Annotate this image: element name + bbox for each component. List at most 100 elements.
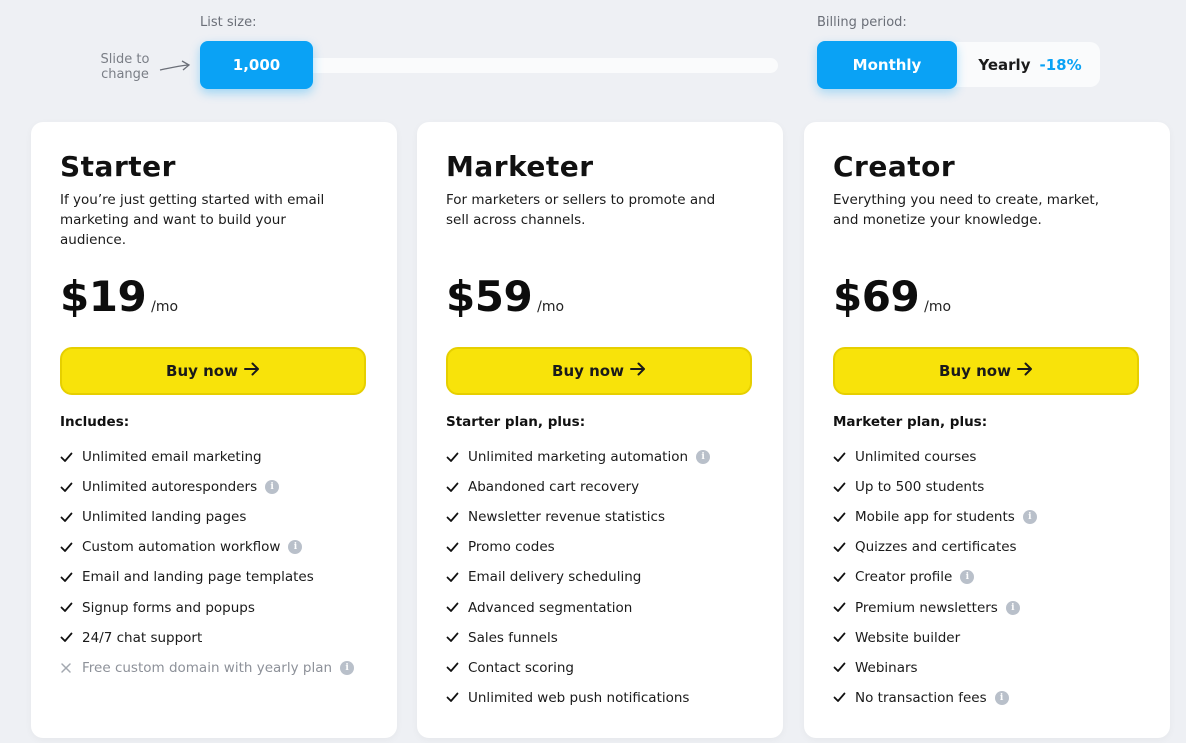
feature-text: Mobile app for students	[855, 509, 1015, 526]
checkmark-icon	[833, 452, 855, 463]
feature-item: Newsletter revenue statistics	[446, 502, 710, 532]
checkmark-icon	[446, 542, 468, 553]
feature-text: Unlimited landing pages	[82, 509, 247, 526]
info-icon[interactable]: i	[1022, 510, 1037, 525]
feature-text: Email and landing page templates	[82, 569, 314, 586]
feature-item: Contact scoring	[446, 653, 710, 683]
slide-hint: Slide to change	[100, 52, 150, 82]
features-heading: Starter plan, plus:	[446, 414, 586, 430]
feature-item: Unlimited courses	[833, 442, 1037, 472]
list-size-slider-handle[interactable]: 1,000	[200, 41, 313, 89]
checkmark-icon	[833, 572, 855, 583]
arrow-right-icon	[629, 362, 646, 380]
cross-icon	[60, 662, 82, 674]
info-icon[interactable]: i	[1005, 600, 1020, 615]
feature-item: Email delivery scheduling	[446, 562, 710, 592]
plan-name: Marketer	[446, 150, 594, 183]
feature-list: Unlimited courses Up to 500 students Mob…	[833, 442, 1037, 713]
checkmark-icon	[60, 452, 82, 463]
arrow-right-icon	[1016, 362, 1033, 380]
feature-text: Email delivery scheduling	[468, 569, 642, 586]
checkmark-icon	[446, 632, 468, 643]
feature-text: Creator profile	[855, 569, 953, 586]
price-amount: $59	[446, 272, 533, 321]
price-period: /mo	[924, 299, 952, 315]
plan-price: $59 /mo	[446, 272, 564, 321]
feature-item: Webinars	[833, 653, 1037, 683]
info-icon[interactable]: i	[994, 690, 1009, 705]
feature-text: Custom automation workflow	[82, 539, 281, 556]
feature-item: Mobile app for students i	[833, 502, 1037, 532]
hint-arrow-icon	[159, 60, 191, 71]
buy-now-button[interactable]: Buy now	[446, 347, 752, 395]
feature-text: Premium newsletters	[855, 599, 998, 616]
checkmark-icon	[833, 692, 855, 703]
feature-item: Quizzes and certificates	[833, 532, 1037, 562]
info-icon[interactable]: i	[265, 480, 280, 495]
checkmark-icon	[446, 482, 468, 493]
feature-item: Promo codes	[446, 532, 710, 562]
plan-card-marketer: Marketer For marketers or sellers to prom…	[417, 122, 783, 738]
info-icon[interactable]: i	[696, 450, 711, 465]
feature-text: Unlimited web push notifications	[468, 689, 690, 706]
checkmark-icon	[446, 452, 468, 463]
billing-monthly-button[interactable]: Monthly	[817, 41, 957, 89]
checkmark-icon	[446, 602, 468, 613]
feature-text: Unlimited marketing automation	[468, 449, 689, 466]
feature-item: Signup forms and popups	[60, 592, 354, 622]
plan-card-creator: Creator Everything you need to create, ma…	[804, 122, 1170, 738]
feature-text: Sales funnels	[468, 629, 558, 646]
price-amount: $19	[60, 272, 147, 321]
feature-text: No transaction fees	[855, 689, 987, 706]
plan-description: If you’re just getting started with emai…	[60, 192, 325, 248]
plan-price: $69 /mo	[833, 272, 951, 321]
info-icon[interactable]: i	[960, 570, 975, 585]
checkmark-icon	[833, 602, 855, 613]
plan-description: For marketers or sellers to promote and …	[446, 192, 716, 228]
checkmark-icon	[446, 572, 468, 583]
features-heading: Includes:	[60, 414, 130, 430]
feature-item: Creator profile i	[833, 562, 1037, 592]
checkmark-icon	[833, 662, 855, 673]
feature-text: Signup forms and popups	[82, 599, 255, 616]
checkmark-icon	[833, 542, 855, 553]
plan-name: Starter	[60, 150, 176, 183]
feature-text: Unlimited courses	[855, 449, 977, 466]
feature-text: Quizzes and certificates	[855, 539, 1017, 556]
features-heading: Marketer plan, plus:	[833, 414, 988, 430]
feature-text: Unlimited autoresponders	[82, 479, 258, 496]
feature-text: Abandoned cart recovery	[468, 479, 640, 496]
checkmark-icon	[833, 512, 855, 523]
buy-now-button[interactable]: Buy now	[833, 347, 1139, 395]
billing-yearly-label: Yearly	[978, 55, 1031, 74]
billing-period-label: Billing period:	[817, 15, 907, 30]
info-icon[interactable]: i	[340, 660, 355, 675]
feature-text: Promo codes	[468, 539, 555, 556]
plan-description: Everything you need to create, market, a…	[833, 192, 1099, 228]
feature-item: Unlimited autoresponders i	[60, 472, 354, 502]
feature-item: No transaction fees i	[833, 683, 1037, 713]
feature-item: Abandoned cart recovery	[446, 472, 710, 502]
feature-text: Unlimited email marketing	[82, 449, 262, 466]
info-icon[interactable]: i	[288, 540, 303, 555]
feature-text: 24/7 chat support	[82, 629, 203, 646]
feature-text: Advanced segmentation	[468, 599, 633, 616]
plan-name: Creator	[833, 150, 956, 183]
billing-yearly-button[interactable]: Yearly -18%	[965, 42, 1095, 87]
feature-text: Webinars	[855, 659, 918, 676]
price-amount: $69	[833, 272, 920, 321]
checkmark-icon	[60, 602, 82, 613]
feature-text: Website builder	[855, 629, 961, 646]
feature-list: Unlimited marketing automation i Abandon…	[446, 442, 711, 713]
feature-item: Custom automation workflow i	[60, 532, 354, 562]
buy-now-button[interactable]: Buy now	[60, 347, 366, 395]
checkmark-icon	[60, 572, 82, 583]
checkmark-icon	[446, 662, 468, 673]
list-size-slider-track[interactable]	[300, 58, 778, 73]
feature-text: Newsletter revenue statistics	[468, 509, 666, 526]
feature-item: Free custom domain with yearly plan i	[60, 653, 355, 683]
checkmark-icon	[60, 482, 82, 493]
feature-item: Advanced segmentation	[446, 592, 710, 622]
checkmark-icon	[446, 512, 468, 523]
feature-text: Up to 500 students	[855, 479, 985, 496]
